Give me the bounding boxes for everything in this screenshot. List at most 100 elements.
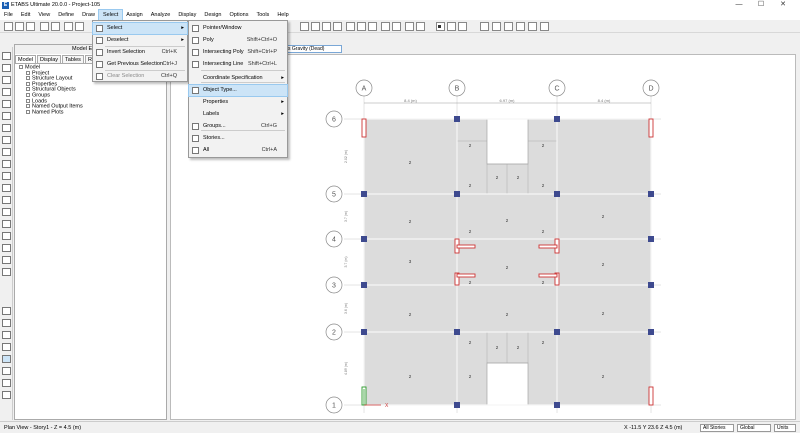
open-icon[interactable] bbox=[15, 22, 24, 31]
previous-select-icon[interactable] bbox=[458, 22, 467, 31]
minimize-button[interactable]: — bbox=[730, 0, 748, 10]
snap-parallel-icon[interactable] bbox=[2, 391, 11, 399]
expand-icon[interactable] bbox=[26, 87, 30, 92]
menu-view[interactable]: View bbox=[34, 10, 54, 20]
text-tool-icon[interactable] bbox=[480, 22, 489, 31]
menu-file[interactable]: File bbox=[0, 10, 17, 20]
menu-item-get-previous-selection[interactable]: Get Previous Selection Ctrl+J bbox=[93, 59, 187, 70]
menu-item-select[interactable]: Select ▸ bbox=[92, 22, 188, 35]
units-button[interactable]: Units bbox=[774, 424, 796, 432]
shear-wall[interactable] bbox=[456, 244, 476, 249]
menu-options[interactable]: Options bbox=[226, 10, 253, 20]
stories-dropdown[interactable]: All Stories bbox=[700, 424, 734, 432]
menu-analyze[interactable]: Analyze bbox=[147, 10, 175, 20]
maximize-button[interactable]: ☐ bbox=[752, 0, 770, 10]
menu-assign[interactable]: Assign bbox=[122, 10, 147, 20]
expand-icon[interactable] bbox=[26, 92, 30, 97]
redo-icon[interactable] bbox=[51, 22, 60, 31]
zoom-out-icon[interactable] bbox=[322, 22, 331, 31]
perspective-icon[interactable] bbox=[392, 22, 401, 31]
column[interactable] bbox=[648, 329, 654, 335]
floor-opening[interactable] bbox=[486, 362, 529, 406]
column[interactable] bbox=[361, 329, 367, 335]
column[interactable] bbox=[361, 236, 367, 242]
column[interactable] bbox=[554, 329, 560, 335]
extrude-icon[interactable] bbox=[416, 22, 425, 31]
tab-model[interactable]: Model bbox=[15, 55, 36, 63]
zoom-window-icon[interactable] bbox=[300, 22, 309, 31]
draw-ramp-icon[interactable] bbox=[2, 196, 11, 204]
draw-link-icon[interactable] bbox=[2, 124, 11, 132]
column[interactable] bbox=[554, 116, 560, 122]
draw-reference-icon[interactable] bbox=[2, 268, 11, 276]
object-shrink-icon[interactable] bbox=[405, 22, 414, 31]
draw-strip-icon[interactable] bbox=[2, 232, 11, 240]
elevation-view-icon[interactable] bbox=[368, 22, 377, 31]
draw-wall-icon[interactable] bbox=[2, 148, 11, 156]
menu-draw[interactable]: Draw bbox=[78, 10, 99, 20]
expand-icon[interactable] bbox=[26, 104, 30, 109]
filter-icon[interactable] bbox=[492, 22, 501, 31]
menu-item-stories[interactable]: Stories... bbox=[189, 133, 287, 144]
new-model-icon[interactable] bbox=[4, 22, 13, 31]
draw-dimension-icon[interactable] bbox=[2, 244, 11, 252]
menu-item-deselect[interactable]: Deselect ▸ bbox=[93, 35, 187, 46]
snap-fine-grid-icon[interactable] bbox=[2, 367, 11, 375]
expand-icon[interactable] bbox=[26, 98, 30, 103]
expand-icon[interactable] bbox=[26, 81, 30, 86]
menu-help[interactable]: Help bbox=[273, 10, 292, 20]
column[interactable] bbox=[361, 191, 367, 197]
draw-section-cut-icon[interactable] bbox=[2, 256, 11, 264]
pointer-tool-icon[interactable] bbox=[2, 52, 11, 60]
draw-rebar-icon[interactable] bbox=[2, 220, 11, 228]
draw-beam-icon[interactable] bbox=[2, 88, 11, 96]
menu-display[interactable]: Display bbox=[174, 10, 200, 20]
plan-view-tab[interactable]: s Gravity (Dead) bbox=[285, 45, 342, 53]
shear-wall[interactable] bbox=[361, 118, 367, 138]
menu-item-invert-selection[interactable]: Invert Selection Ctrl+K bbox=[93, 47, 187, 58]
menu-item-labels[interactable]: Labels ▸ bbox=[189, 109, 287, 120]
menu-select[interactable]: Select bbox=[97, 9, 124, 21]
menu-item-object-type[interactable]: Object Type... bbox=[188, 84, 288, 97]
column[interactable] bbox=[454, 191, 460, 197]
column[interactable] bbox=[454, 402, 460, 408]
draw-floor-icon[interactable] bbox=[2, 136, 11, 144]
pan-icon[interactable] bbox=[333, 22, 342, 31]
draw-slab-icon[interactable] bbox=[2, 184, 11, 192]
expand-icon[interactable] bbox=[19, 65, 23, 69]
rotate-icon[interactable] bbox=[381, 22, 390, 31]
menu-item-all[interactable]: All Ctrl+A bbox=[189, 145, 287, 156]
draw-brace-icon[interactable] bbox=[2, 112, 11, 120]
draw-tendon-icon[interactable] bbox=[2, 208, 11, 216]
expand-icon[interactable] bbox=[26, 70, 30, 75]
menu-item-intersecting-poly[interactable]: Intersecting Poly Shift+Ctrl+P bbox=[189, 47, 287, 58]
menu-item-properties[interactable]: Properties ▸ bbox=[189, 97, 287, 108]
column[interactable] bbox=[554, 402, 560, 408]
column[interactable] bbox=[648, 282, 654, 288]
shear-wall[interactable] bbox=[456, 273, 476, 278]
expand-icon[interactable] bbox=[26, 109, 30, 114]
draw-opening-icon[interactable] bbox=[2, 160, 11, 168]
reshape-tool-icon[interactable] bbox=[2, 64, 11, 72]
column[interactable] bbox=[648, 236, 654, 242]
select-all-toolbar-icon[interactable] bbox=[447, 22, 456, 31]
plan-view-icon[interactable] bbox=[357, 22, 366, 31]
grid-toggle-icon[interactable] bbox=[516, 22, 525, 31]
pencil-icon[interactable] bbox=[64, 22, 73, 31]
expand-icon[interactable] bbox=[26, 76, 30, 81]
snap-perpendicular-icon[interactable] bbox=[2, 343, 11, 351]
column[interactable] bbox=[454, 116, 460, 122]
line-weight-icon[interactable] bbox=[504, 22, 513, 31]
snap-midpoints-icon[interactable] bbox=[2, 319, 11, 327]
menu-item-poly[interactable]: Poly Shift+Ctrl+O bbox=[189, 35, 287, 46]
zoom-in-icon[interactable] bbox=[311, 22, 320, 31]
tab-display[interactable]: Display bbox=[36, 55, 62, 63]
3d-view-icon[interactable] bbox=[346, 22, 355, 31]
undo-icon[interactable] bbox=[40, 22, 49, 31]
save-icon[interactable] bbox=[26, 22, 35, 31]
tree-item[interactable]: Named Plots bbox=[19, 109, 83, 116]
tab-tables[interactable]: Tables bbox=[62, 55, 84, 63]
menu-design[interactable]: Design bbox=[200, 10, 225, 20]
draw-rect-area-icon[interactable] bbox=[2, 172, 11, 180]
menu-item-intersecting-line[interactable]: Intersecting Line Shift+Ctrl+L bbox=[189, 59, 287, 70]
